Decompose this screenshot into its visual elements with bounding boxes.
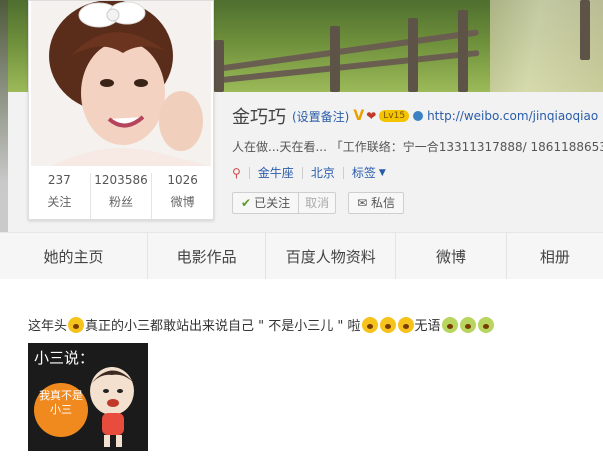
level-badge[interactable]: Lv15 <box>379 110 410 122</box>
tag-city[interactable]: 北京 <box>311 164 335 181</box>
post-image[interactable]: 小三说： 我真不是小三 <box>28 343 148 451</box>
stat-weibo-label: 微博 <box>170 195 195 209</box>
sticker-character-icon <box>90 367 134 447</box>
shocked-emoji-icon <box>397 317 414 333</box>
divider <box>248 166 250 179</box>
tab-home[interactable]: 她的主页 <box>0 233 149 279</box>
post-text-seg3: 无语 <box>414 319 441 334</box>
heart-icon[interactable]: ❤ <box>366 109 376 123</box>
fence-post <box>458 10 468 92</box>
profile-name: 金巧巧 <box>232 107 286 128</box>
profile-tabs: 她的主页 电影作品 百度人物资料 微博 相册 <box>0 232 603 280</box>
profile-tags: ⚲ 金牛座 北京 标签 ▼ <box>232 164 386 181</box>
globe-icon <box>413 111 424 121</box>
post-text-seg1: 这年头 <box>28 319 68 334</box>
avatar[interactable] <box>31 1 211 166</box>
stat-weibo[interactable]: 1026 微博 <box>151 173 213 219</box>
profile-actions: ✔ 已关注 取消 ✉ 私信 <box>232 192 404 214</box>
followed-button[interactable]: ✔ 已关注 <box>232 192 299 214</box>
profile-description: 人在做...天在看... 「工作联络：宁一合13311317888/ 18611… <box>232 140 603 154</box>
shocked-emoji-icon <box>361 317 378 333</box>
stat-weibo-count: 1026 <box>167 173 198 187</box>
mail-icon: ✉ <box>357 196 368 210</box>
tags-dropdown[interactable]: 标签 <box>352 164 376 181</box>
post-text-seg2: 真正的小三都敢站出来说自己 " 不是小三儿 " 啦 <box>85 319 361 334</box>
message-button[interactable]: ✉ 私信 <box>348 192 404 214</box>
dizzy-emoji-icon <box>68 317 85 333</box>
profile-url-link[interactable]: http://weibo.com/jinqiaoqiao <box>427 109 598 123</box>
v-badge-icon[interactable]: V <box>353 108 364 124</box>
tab-album[interactable]: 相册 <box>507 233 603 279</box>
pin-icon: ⚲ <box>232 165 241 180</box>
stat-following-label: 关注 <box>47 195 72 209</box>
feed: 这年头 真正的小三都敢站出来说自己 " 不是小三儿 " 啦 无语 小三说： 我真不是… <box>0 279 603 458</box>
speechless-emoji-icon <box>441 317 458 333</box>
profile-stats: 237 关注 1203586 粉丝 1026 微博 <box>29 173 213 219</box>
tag-constellation[interactable]: 金牛座 <box>258 164 294 181</box>
avatar-card: 237 关注 1203586 粉丝 1026 微博 <box>28 0 214 220</box>
chevron-down-icon[interactable]: ▼ <box>379 168 386 178</box>
stat-followers-label: 粉丝 <box>109 195 134 209</box>
fence-post <box>214 40 224 92</box>
check-icon: ✔ <box>241 196 252 210</box>
tab-films[interactable]: 电影作品 <box>148 233 267 279</box>
message-label: 私信 <box>370 196 395 210</box>
stat-following[interactable]: 237 关注 <box>29 173 90 219</box>
fence-post <box>330 26 340 92</box>
fence-post <box>580 0 590 60</box>
divider <box>301 166 303 179</box>
avatar-portrait <box>31 1 211 166</box>
shocked-emoji-icon <box>379 317 396 333</box>
unfollow-button[interactable]: 取消 <box>298 192 337 214</box>
tab-baidu-profile[interactable]: 百度人物资料 <box>266 233 397 279</box>
stat-following-count: 237 <box>47 173 71 187</box>
stat-followers-count: 1203586 <box>94 173 148 187</box>
speechless-emoji-icon <box>459 317 476 333</box>
set-remark-link[interactable]: (设置备注) <box>292 108 349 125</box>
speechless-emoji-icon <box>477 317 494 333</box>
post-text: 这年头 真正的小三都敢站出来说自己 " 不是小三儿 " 啦 无语 <box>28 315 495 334</box>
followed-label: 已关注 <box>254 196 291 210</box>
tab-weibo[interactable]: 微博 <box>396 233 507 279</box>
stat-followers[interactable]: 1203586 粉丝 <box>89 173 152 219</box>
profile-name-row: 金巧巧 (设置备注) V ❤ Lv15 http://weibo.com/jin… <box>232 104 598 128</box>
fence-post <box>408 18 418 92</box>
divider <box>342 166 344 179</box>
